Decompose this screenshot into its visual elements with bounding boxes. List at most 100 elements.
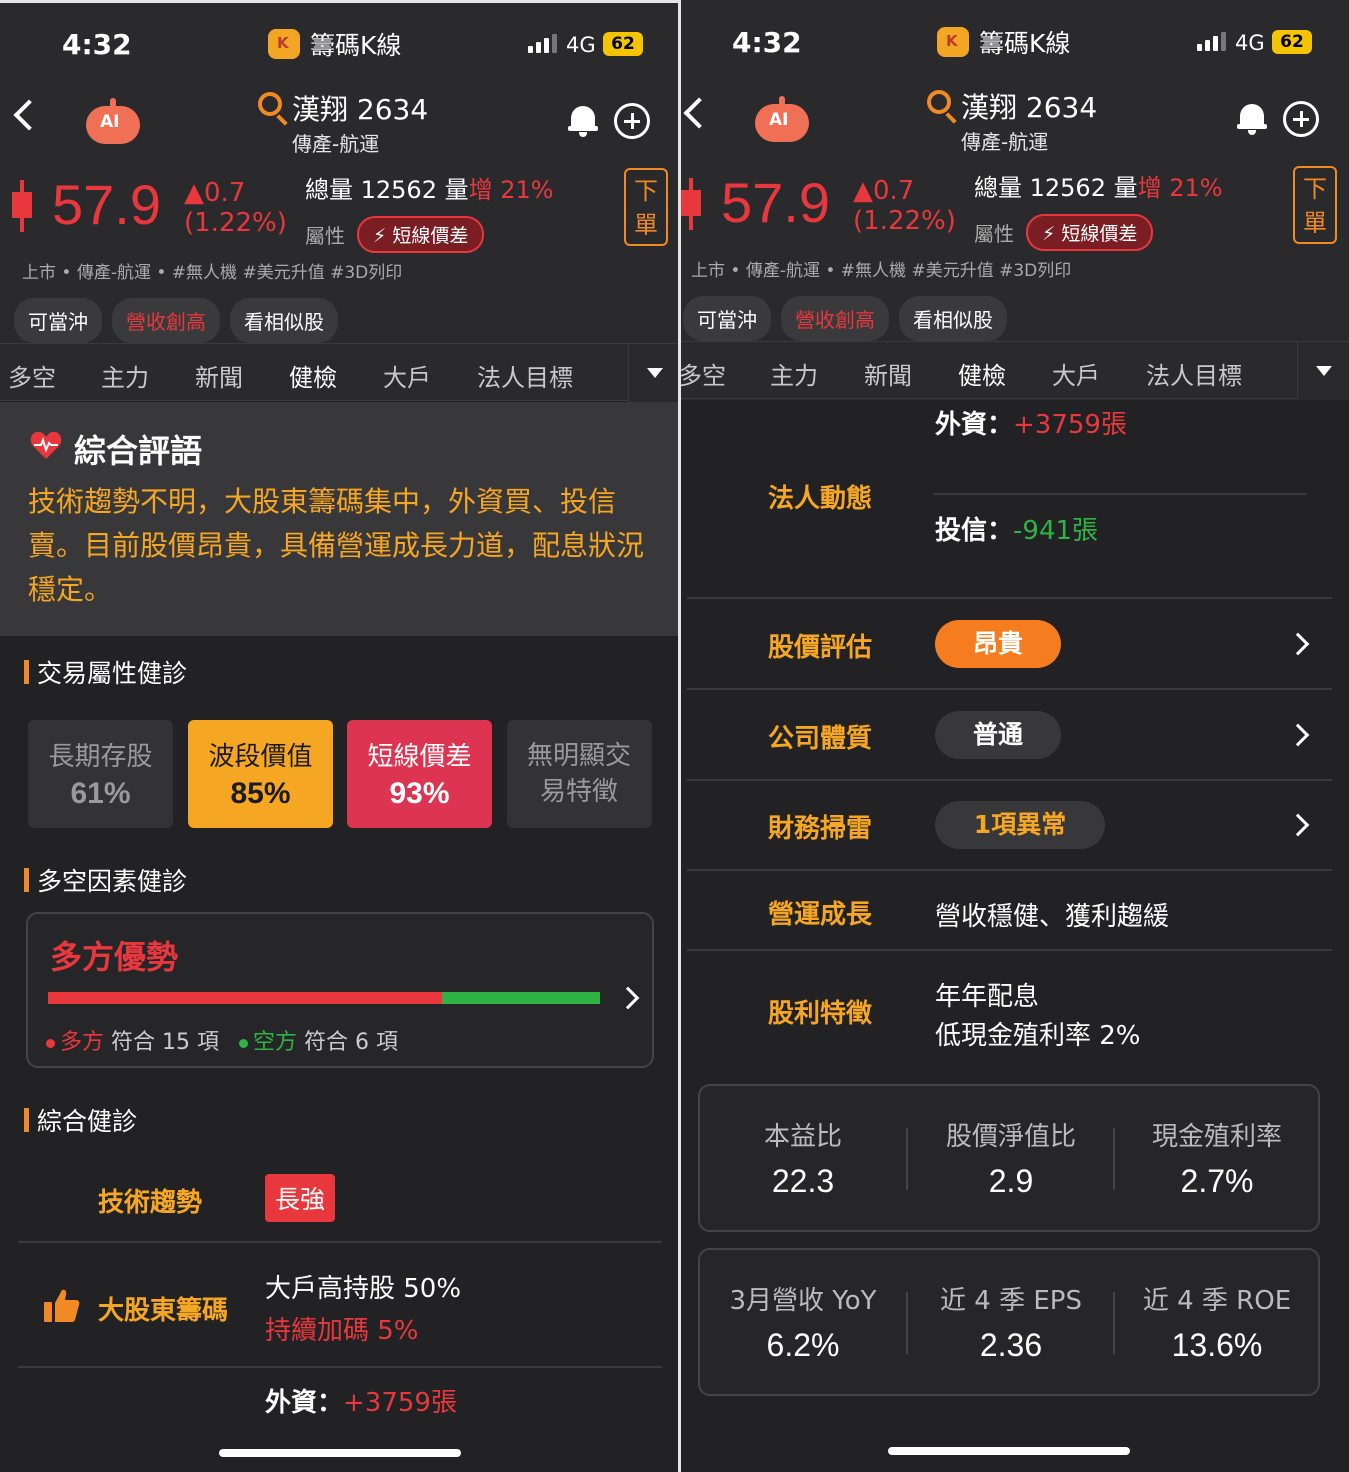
chip-similar-stocks[interactable]: 看相似股 [899,296,1007,341]
chip-revenue-high[interactable]: 營收創高 [112,298,220,343]
bear-bar [442,992,600,1004]
chevron-right-icon[interactable] [616,986,640,1010]
valuation-pill[interactable]: 昂貴 [935,620,1061,668]
app-logo-icon [268,29,300,59]
search-icon[interactable] [927,90,951,114]
bell-icon[interactable] [568,104,598,137]
growth-value: 營收穩健、獲利趨緩 [935,902,1170,932]
divider [687,779,1332,781]
chevron-right-icon[interactable] [1286,723,1310,747]
candle-icon [681,178,701,230]
battery-icon: 62 [1272,30,1312,54]
stock-sector: 傳產-航運 [292,132,380,156]
chip-revenue-high[interactable]: 營收創高 [781,296,889,341]
chip-row: 可當沖 營收創高 看相似股 [14,298,338,343]
tab-big-holders[interactable]: 大戶 [383,358,431,393]
card-long-term[interactable]: 長期存股 61% [28,720,173,828]
chevron-right-icon[interactable] [1286,813,1310,837]
quality-pill[interactable]: 普通 [935,711,1061,759]
add-watchlist-icon[interactable] [614,103,650,139]
stock-name[interactable]: 漢翔 2634 [292,88,428,128]
tab-institution-target[interactable]: 法人目標 [477,358,573,393]
dividend-line1: 年年配息 [935,982,1040,1012]
risk-label: 財務掃雷 [768,814,873,844]
chip-row: 可當沖 營收創高 看相似股 [683,296,1007,341]
bull-headline: 多方優勢 [50,938,179,976]
ai-robot-label: AI [100,112,120,132]
tab-long-short[interactable]: 多空 [680,356,726,391]
status-time: 4:32 [732,26,802,59]
tab-dropdown-icon[interactable] [1297,342,1349,400]
app-title: 籌碼K線 [937,24,1070,60]
metrics-card-valuation: 本益比 22.3 股價淨值比 2.9 現金殖利率 2.7% [698,1084,1320,1232]
card-no-feature[interactable]: 無明顯交易特徵 [507,720,652,828]
tab-big-holders[interactable]: 大戶 [1052,356,1100,391]
signal-icon [528,34,557,53]
screen-divider [678,0,681,1472]
overall-section-header: 綜合健診 [24,1102,137,1138]
tab-news[interactable]: 新聞 [864,356,912,391]
metrics-card-growth: 3月營收 YoY 6.2% 近 4 季 EPS 2.36 近 4 季 ROE 13.6… [698,1248,1320,1396]
battery-icon: 62 [603,32,643,56]
volume-change: 增 21% [468,176,554,204]
price-change-value: ▲0.7 [184,178,246,208]
tech-trend-badge: 長強 [265,1174,336,1222]
left-screen: 4:32 籌碼K線 4G 62 AI 漢翔 2634 傳產-航運 57.9 ▲0… [0,0,680,1472]
tab-dropdown-icon[interactable] [628,344,680,402]
holder-line1: 大戶高持股 50% [265,1274,462,1304]
foreign-row: 外資：+3759張 [935,410,1127,440]
summary-text: 技術趨勢不明，大股東籌碼集中，外資買、投信賣。目前股價昂貴，具備營運成長力道，配… [28,485,645,606]
metric-revenue-yoy: 3月營收 YoY 6.2% [729,1286,877,1363]
tab-institution-target[interactable]: 法人目標 [1146,356,1242,391]
screenshot-canvas: 4:32 籌碼K線 4G 62 AI 漢翔 2634 傳產-航運 57.9 ▲0… [0,0,1349,1472]
divider [933,493,1307,495]
search-icon[interactable] [258,92,282,116]
chevron-right-icon[interactable] [1286,632,1310,656]
volume-text: 總量 12562 量 [974,174,1138,202]
stock-price: 57.9 [52,173,161,236]
attribute-badge[interactable]: ⚡ 短線價差 [357,216,485,253]
tab-bar: 多空 主力 新聞 健檢 大戶 法人目標 [680,341,1349,400]
signal-icon [1197,32,1226,51]
chip-day-trade[interactable]: 可當沖 [14,298,102,343]
tab-health-check[interactable]: 健檢 [958,356,1006,391]
ai-robot-icon[interactable]: AI [86,98,140,144]
ai-robot-icon[interactable]: AI [755,96,809,142]
stock-price: 57.9 [721,171,830,234]
divider [18,1366,662,1368]
home-indicator [219,1449,461,1457]
stock-name[interactable]: 漢翔 2634 [961,86,1097,126]
volume-change: 增 21% [1137,174,1223,202]
tab-news[interactable]: 新聞 [195,358,243,393]
foreign-row: 外資：+3759張 [265,1388,457,1418]
tab-health-check[interactable]: 健檢 [289,358,337,393]
attribute-badge[interactable]: ⚡ 短線價差 [1026,214,1154,251]
card-swing-value[interactable]: 波段價值 85% [188,720,333,828]
risk-pill[interactable]: 1項異常 [935,801,1105,849]
dividend-line2: 低現金殖利率 2% [935,1021,1141,1051]
divider [687,688,1332,690]
divider [687,949,1332,951]
tab-long-short[interactable]: 多空 [8,358,56,393]
tab-main-force[interactable]: 主力 [770,356,818,391]
card-short-term[interactable]: 短線價差 93% [347,720,492,828]
app-title: 籌碼K線 [268,26,401,62]
trade-section-header: 交易屬性健診 [24,654,187,690]
stock-sector: 傳產-航運 [961,130,1049,154]
bull-section-header: 多空因素健診 [24,862,187,898]
order-button[interactable]: 下單 [624,168,668,246]
bull-bear-legend: 多方 符合 15 項 空方 符合 6 項 [46,1024,398,1056]
metric-pe: 本益比 22.3 [763,1122,842,1199]
bell-icon[interactable] [1237,102,1267,135]
quality-label: 公司體質 [768,724,873,754]
tab-bar: 多空 主力 新聞 健檢 大戶 法人目標 [0,343,680,402]
chip-similar-stocks[interactable]: 看相似股 [230,298,338,343]
price-change-pct: (1.22%) [184,208,287,238]
order-button[interactable]: 下單 [1293,166,1337,244]
holder-label: 大股東籌碼 [98,1296,229,1326]
bull-bear-card[interactable]: 多方優勢 多方 符合 15 項 空方 符合 6 項 [26,912,654,1068]
add-watchlist-icon[interactable] [1283,101,1319,137]
tab-main-force[interactable]: 主力 [101,358,149,393]
chip-day-trade[interactable]: 可當沖 [683,296,771,341]
metric-yield: 現金殖利率 2.7% [1151,1122,1282,1199]
